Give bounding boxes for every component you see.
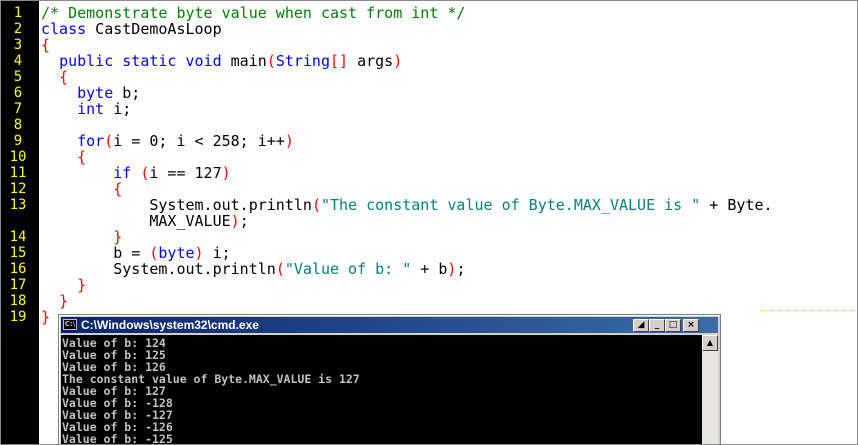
line-number: 7 [13,101,23,117]
code-line[interactable]: { [41,37,50,53]
console-output[interactable]: Value of b: 124 Value of b: 125 Value of b… [61,335,702,445]
console-app-icon[interactable]: C:\ [63,319,77,330]
code-line[interactable]: if (i == 127) [41,164,231,182]
code-token: public static void [59,52,222,70]
code-token: i = 0; i < 258; i++ [113,132,285,150]
line-number: 12 [9,181,27,197]
code-token: ) [284,132,294,150]
line-number: 17 [9,277,27,293]
code-line[interactable]: System.out.println("Value of b: " + b); [41,261,465,277]
line-number-gutter: 1 2 3 4 5 6 7 8 9 10 11 12 13 14 15 16 17 18 19 [1,1,39,444]
code-token: int [77,100,105,118]
code-line[interactable]: /* Demonstrate byte value when cast from… [41,5,465,21]
cmd-window[interactable]: C:\ C:\Windows\system32\cmd.exe ◢ _ □ × … [58,314,721,445]
line-number: 14 [9,229,27,245]
code-token: + Byte. [700,196,773,214]
code-line[interactable]: } [41,309,50,325]
code-token: i; [104,100,132,118]
code-token: ; [239,212,249,230]
line-number: 18 [9,293,27,309]
code-line[interactable]: class CastDemoAsLoop [41,21,222,37]
scroll-up-arrow-icon[interactable]: ▲ [702,335,718,351]
line-number [1,213,35,229]
line-number: 15 [9,245,27,261]
mark-button[interactable]: ◢ [633,319,649,332]
line-number: 8 [13,117,23,133]
line-number: 6 [13,85,23,101]
line-number: 2 [13,21,23,37]
cmd-window-title: C:\Windows\system32\cmd.exe [81,318,259,332]
code-token: + b [411,260,448,278]
console-scrollbar[interactable]: ▲ [702,335,718,444]
code-line[interactable]: } [41,277,86,293]
code-token: "Value of b: " [284,260,412,278]
line-number: 10 [9,149,27,165]
code-line[interactable]: b = (byte) i; [41,245,230,261]
code-token: ) [221,164,231,182]
code-token: } [77,276,87,294]
code-token: i == 127 [149,164,222,182]
code-token: ( [275,260,285,278]
code-line[interactable]: public static void main(String[] args) [41,53,402,69]
line-number: 9 [13,133,23,149]
code-token: args [348,52,394,70]
code-token: } [59,292,69,310]
code-token: String [275,52,330,70]
code-line[interactable]: System.out.println("The constant value o… [41,196,773,214]
line-number: 5 [13,69,23,85]
code-line[interactable]: byte b; [41,85,140,101]
code-token: ( [311,196,321,214]
code-token: ) [393,52,403,70]
maximize-button[interactable]: □ [665,319,681,332]
code-token: [] [330,52,349,70]
code-token: ( [104,132,114,150]
code-token: main [221,52,267,70]
code-token: } [41,308,51,326]
line-number: 4 [13,53,23,69]
code-line[interactable]: { [41,149,86,165]
code-line[interactable]: } [41,229,122,245]
line-number: 3 [13,37,23,53]
code-token: CastDemoAsLoop [86,20,222,38]
code-line[interactable]: } [41,293,68,309]
code-line[interactable]: { [41,181,122,197]
edge-guide-line [760,310,857,311]
code-line[interactable]: { [41,69,68,85]
code-line[interactable]: for(i = 0; i < 258; i++) [41,133,294,149]
line-number: 16 [9,261,27,277]
cmd-title-bar[interactable]: C:\ C:\Windows\system32\cmd.exe ◢ _ □ × [61,317,718,333]
screenshot-frame: 1 2 3 4 5 6 7 8 9 10 11 12 13 14 15 16 17 18 19 /* Demonst… [0,0,858,445]
line-number: 13 [9,197,27,213]
code-token: "The constant value of Byte.MAX_VALUE is… [320,196,701,214]
code-line[interactable]: MAX_VALUE); [41,212,249,230]
line-number: 1 [13,5,23,21]
line-number: 11 [9,165,27,181]
minimize-button[interactable]: _ [649,319,665,332]
code-token: ; [456,260,466,278]
close-button[interactable]: × [683,319,699,332]
console-line: Value of b: -125 [62,432,173,445]
code-line[interactable]: int i; [41,101,131,117]
line-number: 19 [9,309,27,325]
code-token: ( [266,52,276,70]
code-token: ) [230,212,240,230]
